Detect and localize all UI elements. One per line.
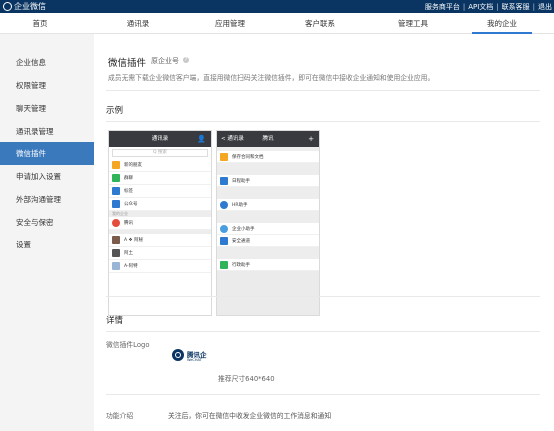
document-icon (220, 152, 228, 161)
corp-no-label: 原企业号 (151, 57, 179, 65)
sidebar-item-security[interactable]: 安全与保密 (0, 211, 94, 234)
sidebar-item-external-communication[interactable]: 外部沟通管理 (0, 188, 94, 211)
sidebar-item-enterprise-info[interactable]: 企业信息 (0, 51, 94, 74)
service-provider-link[interactable]: 服务商平台 (423, 2, 462, 12)
new-friends-icon (112, 161, 120, 169)
intro-text: 关注后，你可在微信中收发企业微信的工作消息和通知 (168, 412, 332, 420)
page-title: 微信插件 (108, 58, 147, 69)
list-item: 标签 (109, 185, 211, 198)
list-item: 保存合同和文档 (217, 151, 319, 163)
detail-heading: 详情 (106, 316, 124, 326)
admin-icon (220, 260, 228, 269)
tab-customer-contact[interactable]: 客户联系 (290, 13, 350, 34)
separator: | (462, 2, 466, 11)
phone-preview-enterprise: < 通讯录 腾讯 + 保存合同和文档 日程助手 HR助手 企业小助手 安全通道 … (216, 130, 320, 316)
sidebar-item-chat-management[interactable]: 聊天管理 (0, 97, 94, 120)
avatar (112, 249, 120, 257)
list-item: 阿土 (109, 247, 211, 260)
api-docs-link[interactable]: API文档 (466, 2, 495, 12)
sidebar-item-contacts-management[interactable]: 通讯录管理 (0, 120, 94, 143)
sidebar: 企业信息 权限管理 聊天管理 通讯录管理 微信插件 申请加入设置 外部沟通管理 … (0, 34, 94, 431)
add-contact-icon: 👤 (197, 135, 206, 143)
list-item: 腾讯 (109, 217, 211, 230)
sidebar-item-wechat-plugin[interactable]: 微信插件 (0, 142, 94, 165)
list-item: 新的朋友 (109, 159, 211, 172)
plus-icon: + (308, 135, 314, 143)
hr-icon (220, 200, 228, 209)
avatar (112, 262, 120, 270)
tab-home[interactable]: 首页 (10, 13, 70, 34)
main-nav: 首页 通讯录 应用管理 客户联系 管理工具 我的企业 (0, 13, 554, 34)
phone-preview-contacts: 通讯录 👤 Q 搜索 新的朋友 群聊 标签 公众号 我的企业 腾讯 A ❖ 阿秘… (108, 130, 212, 316)
group-chat-icon (112, 174, 120, 182)
contact-support-link[interactable]: 联系客服 (500, 2, 532, 12)
tab-admin-tools[interactable]: 管理工具 (383, 13, 443, 34)
list-item: 公众号 (109, 198, 211, 211)
logo-icon (3, 2, 12, 11)
list-item: 群聊 (109, 172, 211, 185)
phone-search-box: Q 搜索 (112, 149, 208, 157)
separator: | (496, 2, 499, 11)
list-item: 日程助手 (217, 175, 319, 187)
list-item: A-阿特 (109, 260, 211, 273)
sidebar-item-join-settings[interactable]: 申请加入设置 (0, 165, 94, 188)
tag-icon (112, 187, 120, 195)
phone-title-bar: < 通讯录 腾讯 + (217, 131, 319, 147)
phone-title: 腾讯 (262, 136, 274, 142)
plugin-description: 成员无需下载企业微信客户端，直接用微信扫码关注微信插件，即可在微信中接收企业通知… (108, 74, 435, 82)
plugin-logo-subtext: WeCHAT (187, 358, 202, 362)
divider (106, 296, 540, 297)
size-hint: 推荐尺寸640*640 (218, 375, 275, 383)
divider (106, 90, 540, 91)
top-bar: 企业微信 服务商平台 | API文档 | 联系客服 | 退出 (0, 0, 554, 13)
phone-body: 保存合同和文档 日程助手 HR助手 企业小助手 安全通道 行政助手 (217, 147, 319, 315)
logout-link[interactable]: 退出 (536, 2, 554, 12)
list-item: HR助手 (217, 199, 319, 211)
plugin-logo-icon (172, 349, 184, 361)
help-icon[interactable]: ? (183, 57, 189, 63)
safe-channel-icon (220, 236, 228, 245)
list-item: 安全通道 (217, 235, 319, 247)
list-item: A ❖ 阿秘 (109, 234, 211, 247)
logo-label: 微信插件Logo (106, 341, 150, 349)
divider (106, 121, 540, 122)
example-heading: 示例 (106, 106, 124, 116)
sidebar-item-permissions[interactable]: 权限管理 (0, 74, 94, 97)
company-icon (112, 219, 120, 227)
calendar-icon (220, 176, 228, 185)
divider (106, 394, 540, 395)
sidebar-item-settings[interactable]: 设置 (0, 233, 94, 256)
phone-title: 通讯录 (151, 136, 169, 142)
app-title: 企业微信 (14, 2, 46, 11)
top-links: 服务商平台 | API文档 | 联系客服 | 退出 (423, 0, 554, 13)
avatar (112, 236, 120, 244)
separator: | (532, 2, 535, 11)
tab-contacts[interactable]: 通讯录 (108, 13, 168, 34)
tab-app-management[interactable]: 应用管理 (200, 13, 260, 34)
main-content: 微信插件 原企业号 ? 成员无需下载企业微信客户端，直接用微信扫码关注微信插件，… (94, 34, 554, 431)
assistant-icon (220, 224, 228, 233)
back-link: < 通讯录 (221, 136, 244, 142)
intro-label: 功能介绍 (106, 412, 134, 420)
list-item: 企业小助手 (217, 223, 319, 235)
official-account-icon (112, 200, 120, 208)
tab-my-enterprise[interactable]: 我的企业 (472, 13, 532, 34)
divider (106, 331, 540, 332)
list-item: 行政助手 (217, 259, 319, 271)
phone-title-bar: 通讯录 👤 (109, 131, 211, 147)
app-logo[interactable]: 企业微信 (3, 0, 46, 13)
